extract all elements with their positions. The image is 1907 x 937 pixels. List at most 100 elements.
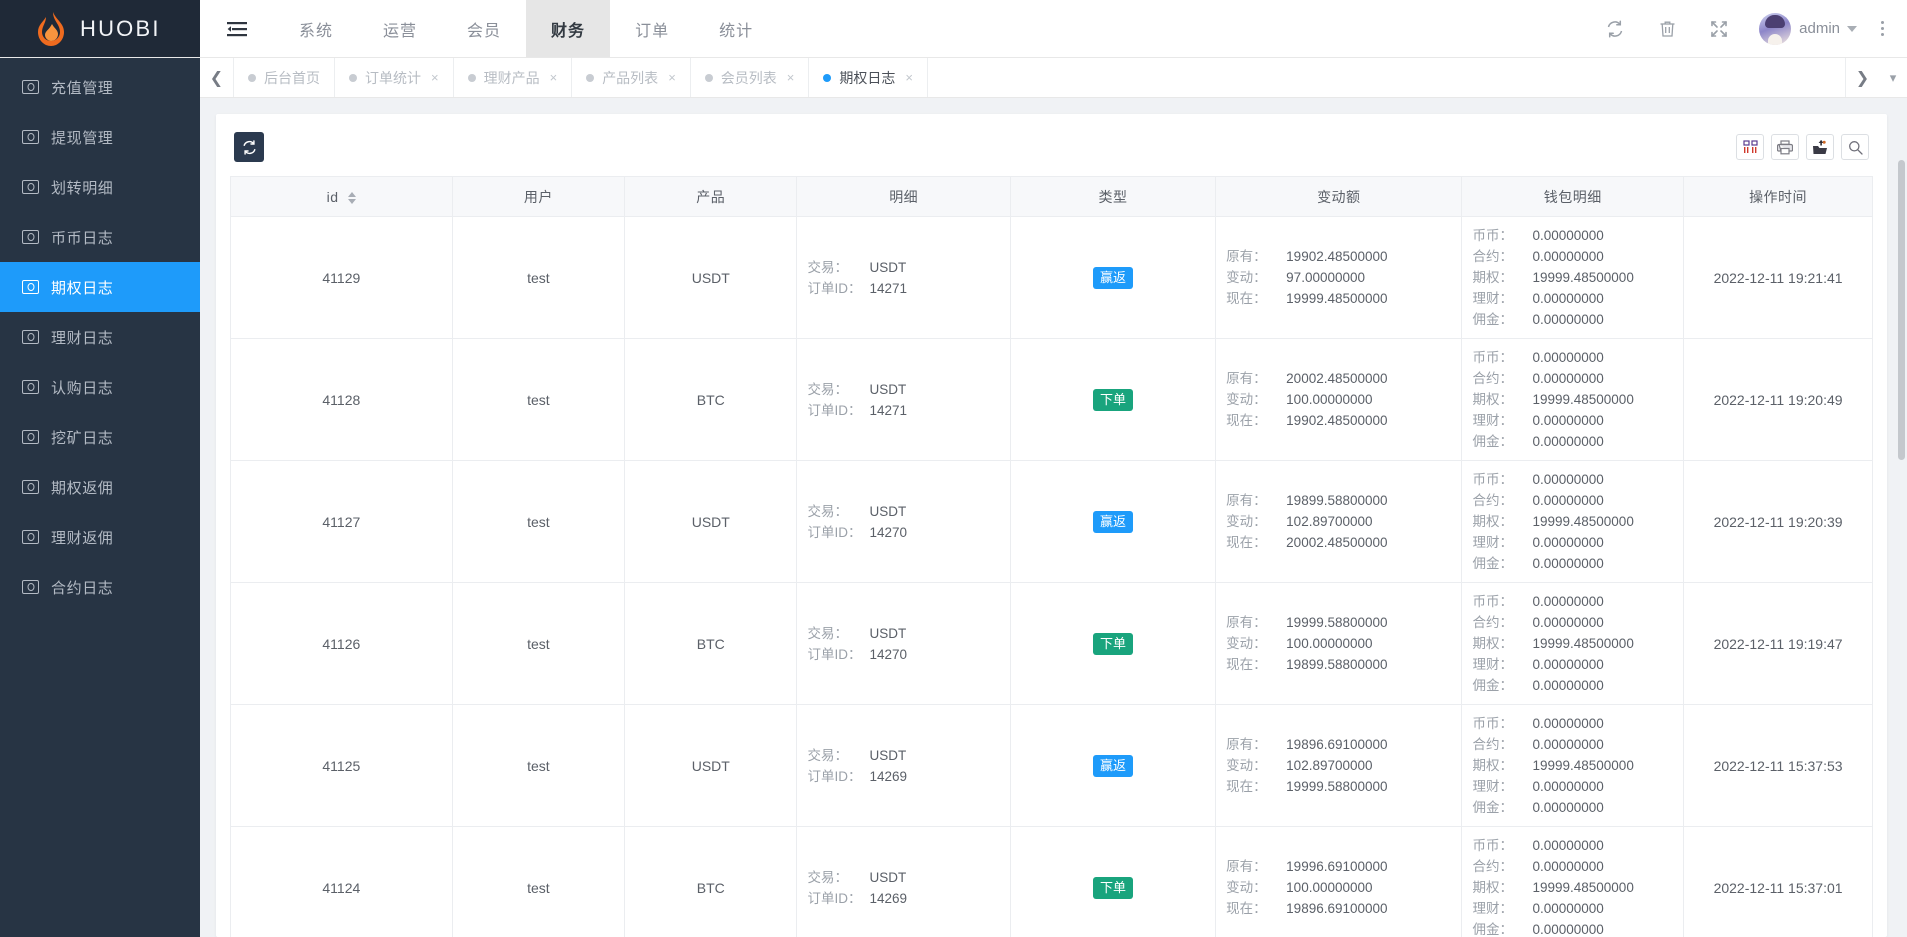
sidebar-item-contract-log[interactable]: 合约日志 xyxy=(0,562,200,612)
table-row[interactable]: 41126 test BTC 交易：USDT 订单ID：14270 下单 xyxy=(231,583,1873,705)
cell-user: test xyxy=(452,583,624,705)
detail-order-label: 订单ID： xyxy=(807,766,869,787)
amount-before-label: 原有： xyxy=(1226,734,1286,755)
tab-label: 后台首页 xyxy=(264,68,320,88)
cell-change-amount: 原有：19899.58800000 变动：102.89700000 现在：200… xyxy=(1216,461,1462,583)
cell-detail: 交易：USDT 订单ID：14269 xyxy=(797,705,1010,827)
sidebar-item-option-log[interactable]: 期权日志 xyxy=(0,262,200,312)
tab-label: 期权日志 xyxy=(839,68,895,88)
fullscreen-icon[interactable] xyxy=(1693,0,1745,58)
close-icon[interactable]: × xyxy=(787,70,795,85)
sidebar-item-subscription-log[interactable]: 认购日志 xyxy=(0,362,200,412)
brand-logo-area[interactable]: HUOBI xyxy=(0,0,200,57)
column-header-operation-time: 操作时间 xyxy=(1684,177,1873,217)
close-icon[interactable]: × xyxy=(550,70,558,85)
column-header-wallet-detail: 钱包明细 xyxy=(1462,177,1684,217)
sidebar-item-withdraw-management[interactable]: 提现管理 xyxy=(0,112,200,162)
chevron-left-icon[interactable]: ❮ xyxy=(200,58,234,97)
sidebar-item-finance-log[interactable]: 理财日志 xyxy=(0,312,200,362)
table-row[interactable]: 41127 test USDT 交易：USDT 订单ID：14270 赢返 xyxy=(231,461,1873,583)
column-header-type: 类型 xyxy=(1010,177,1215,217)
wallet-commission-label: 佣金： xyxy=(1472,919,1532,937)
user-avatar[interactable] xyxy=(1759,13,1791,45)
username-label[interactable]: admin xyxy=(1799,20,1840,37)
close-icon[interactable]: × xyxy=(905,70,913,85)
sidebar-item-spot-log[interactable]: 币币日志 xyxy=(0,212,200,262)
detail-trade-label: 交易： xyxy=(807,257,869,278)
nav-item-statistics[interactable]: 统计 xyxy=(694,0,778,57)
wallet-spot-value: 0.00000000 xyxy=(1532,591,1603,612)
table-row[interactable]: 41125 test USDT 交易：USDT 订单ID：14269 赢返 xyxy=(231,705,1873,827)
nav-item-members[interactable]: 会员 xyxy=(442,0,526,57)
tab-option-log[interactable]: 期权日志 × xyxy=(809,58,928,97)
table-row[interactable]: 41124 test BTC 交易：USDT 订单ID：14269 下单 xyxy=(231,827,1873,937)
trash-icon[interactable] xyxy=(1641,0,1693,58)
export-icon[interactable] xyxy=(1806,134,1834,160)
print-icon[interactable] xyxy=(1771,134,1799,160)
wallet-commission-label: 佣金： xyxy=(1472,797,1532,818)
tab-product-list[interactable]: 产品列表 × xyxy=(572,58,691,97)
sidebar-item-deposit-management[interactable]: 充值管理 xyxy=(0,62,200,112)
cell-operation-time: 2022-12-11 19:20:39 xyxy=(1684,461,1873,583)
wallet-spot-value: 0.00000000 xyxy=(1532,713,1603,734)
sidebar-item-finance-rebate[interactable]: 理财返佣 xyxy=(0,512,200,562)
wallet-spot-value: 0.00000000 xyxy=(1532,469,1603,490)
amount-after-label: 现在： xyxy=(1226,654,1286,675)
sidebar-item-mining-log[interactable]: 挖矿日志 xyxy=(0,412,200,462)
table-row[interactable]: 41128 test BTC 交易：USDT 订单ID：14271 下单 xyxy=(231,339,1873,461)
vertical-dots-icon[interactable] xyxy=(1873,19,1891,39)
wallet-commission-value: 0.00000000 xyxy=(1532,309,1603,330)
amount-change-value: 102.89700000 xyxy=(1286,511,1406,532)
column-header-change-amount: 变动额 xyxy=(1216,177,1462,217)
money-bill-icon xyxy=(22,480,39,494)
amount-before-label: 原有： xyxy=(1226,490,1286,511)
wallet-commission-value: 0.00000000 xyxy=(1532,797,1603,818)
wallet-option-value: 19999.48500000 xyxy=(1532,633,1633,654)
close-icon[interactable]: × xyxy=(668,70,676,85)
sidebar-item-transfer-details[interactable]: 划转明细 xyxy=(0,162,200,212)
wallet-contract-value: 0.00000000 xyxy=(1532,856,1603,877)
close-icon[interactable]: × xyxy=(431,70,439,85)
amount-before-value: 19999.58800000 xyxy=(1286,612,1406,633)
nav-item-finance[interactable]: 财务 xyxy=(526,0,610,57)
brand-name: HUOBI xyxy=(80,16,161,42)
tab-order-statistics[interactable]: 订单统计 × xyxy=(335,58,454,97)
wallet-finance-label: 理财： xyxy=(1472,410,1532,431)
table-header: id 用户 产品 明细 类型 变动额 钱包明细 操作时间 xyxy=(231,177,1873,217)
table-row[interactable]: 41129 test USDT 交易：USDT 订单ID：14271 赢返 xyxy=(231,217,1873,339)
refresh-button[interactable] xyxy=(234,132,264,162)
cell-product: USDT xyxy=(625,461,797,583)
tab-label: 会员列表 xyxy=(721,68,777,88)
cell-wallet-detail: 币币：0.00000000 合约：0.00000000 期权：19999.485… xyxy=(1462,339,1684,461)
money-bill-icon xyxy=(22,330,39,344)
column-header-id[interactable]: id xyxy=(231,177,453,217)
search-icon[interactable] xyxy=(1841,134,1869,160)
sort-arrows-icon[interactable] xyxy=(348,192,356,204)
amount-before-value: 19896.69100000 xyxy=(1286,734,1406,755)
tab-dashboard[interactable]: 后台首页 × xyxy=(234,58,335,97)
wallet-finance-label: 理财： xyxy=(1472,532,1532,553)
chevron-down-icon[interactable] xyxy=(1847,26,1857,32)
columns-icon[interactable] xyxy=(1736,134,1764,160)
nav-item-operations[interactable]: 运营 xyxy=(358,0,442,57)
nav-item-orders[interactable]: 订单 xyxy=(610,0,694,57)
tab-status-dot xyxy=(248,74,256,82)
tab-status-dot xyxy=(705,74,713,82)
wallet-commission-value: 0.00000000 xyxy=(1532,431,1603,452)
sidebar-item-option-rebate[interactable]: 期权返佣 xyxy=(0,462,200,512)
nav-item-system[interactable]: 系统 xyxy=(274,0,358,57)
sidebar-item-label: 期权返佣 xyxy=(51,477,113,498)
chevron-right-icon[interactable]: ❯ xyxy=(1845,58,1879,97)
menu-collapse-icon[interactable] xyxy=(200,0,274,57)
scrollbar-thumb[interactable] xyxy=(1898,160,1905,460)
chevron-down-icon[interactable]: ▾ xyxy=(1879,58,1907,97)
column-header-product: 产品 xyxy=(625,177,797,217)
refresh-icon[interactable] xyxy=(1589,0,1641,58)
table-scroll-container[interactable]: id 用户 产品 明细 类型 变动额 钱包明细 操作时间 xyxy=(230,176,1873,937)
tab-member-list[interactable]: 会员列表 × xyxy=(691,58,810,97)
amount-change-value: 97.00000000 xyxy=(1286,267,1406,288)
page-scrollbar[interactable] xyxy=(1898,98,1905,937)
tab-finance-product[interactable]: 理财产品 × xyxy=(454,58,573,97)
wallet-spot-label: 币币： xyxy=(1472,835,1532,856)
detail-order-value: 14271 xyxy=(869,400,907,421)
